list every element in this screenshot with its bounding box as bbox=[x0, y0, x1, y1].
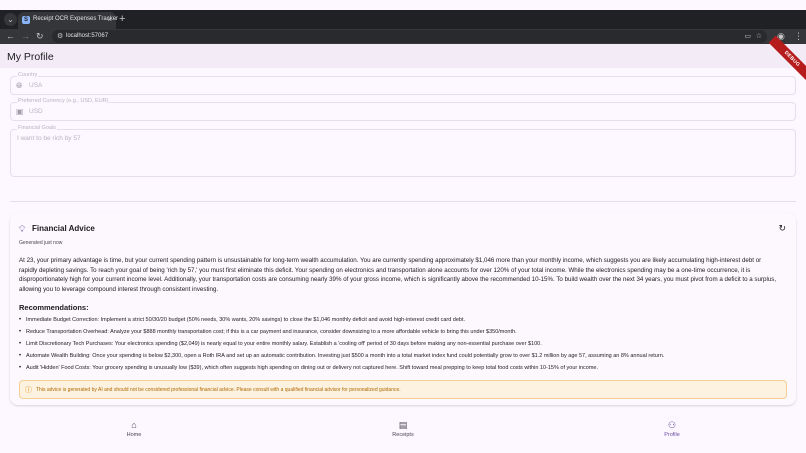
reload-icon[interactable]: ↻ bbox=[36, 30, 44, 43]
bullet-icon: • bbox=[19, 365, 22, 372]
currency-field[interactable]: Preferred Currency (e.g., USD, EUR) ▣ US… bbox=[10, 98, 796, 121]
currency-icon: ▣ bbox=[16, 107, 24, 116]
financial-goals-value[interactable]: I want to be rich by 57 bbox=[17, 135, 81, 142]
financial-goals-label: Financial Goals bbox=[17, 125, 57, 131]
recommendation-item: • Immediate Budget Correction: Implement … bbox=[19, 317, 466, 323]
info-icon: ⓘ bbox=[25, 387, 32, 394]
nav-profile-label: Profile bbox=[664, 432, 680, 438]
recommendation-item: • Automate Wealth Building: Once your spe… bbox=[19, 353, 665, 360]
site-info-icon[interactable]: ⚙ bbox=[57, 32, 63, 41]
recommendation-item: • Limit Discretionary Tech Purchases: You… bbox=[19, 341, 542, 348]
browser-tab[interactable]: S Receipt OCR Expenses Tracker × bbox=[18, 12, 119, 29]
bullet-icon: • bbox=[19, 353, 22, 360]
bottom-navigation: ⌂ Home ▤ Receipts ⚇ Profile bbox=[0, 414, 806, 443]
app-bar: My Profile bbox=[0, 44, 806, 68]
person-icon: ⚇ bbox=[667, 420, 677, 430]
currency-value[interactable]: USD bbox=[29, 108, 43, 115]
bullet-icon: • bbox=[19, 317, 22, 323]
tab-title: Receipt OCR Expenses Tracker bbox=[33, 16, 119, 22]
country-field[interactable]: Country 🌐︎ USA bbox=[10, 72, 796, 95]
lightbulb-icon: 💡︎ bbox=[19, 224, 26, 234]
nav-home-label: Home bbox=[126, 432, 142, 438]
section-divider bbox=[10, 201, 796, 202]
favicon-icon: S bbox=[22, 16, 30, 24]
tab-close-icon[interactable]: × bbox=[107, 15, 112, 24]
country-label: Country bbox=[17, 72, 39, 78]
bullet-icon: • bbox=[19, 329, 22, 336]
recommendations-list: • Immediate Budget Correction: Implement … bbox=[19, 316, 779, 376]
nav-receipts[interactable]: ▤ Receipts bbox=[333, 414, 473, 443]
recommendation-item: • Reduce Transportation Overhead: Analyze… bbox=[19, 329, 517, 336]
home-icon: ⌂ bbox=[131, 420, 137, 430]
currency-label: Preferred Currency (e.g., USD, EUR) bbox=[17, 98, 110, 104]
advice-title: Financial Advice bbox=[32, 224, 95, 233]
financial-goals-field[interactable]: Financial Goals I want to be rich by 57 bbox=[10, 125, 796, 177]
bookmark-star-icon[interactable]: ☆ bbox=[756, 32, 762, 41]
menu-kebab-icon[interactable]: ⋮ bbox=[794, 30, 803, 43]
browser-tabstrip: ⌄ S Receipt OCR Expenses Tracker × + bbox=[0, 10, 806, 29]
disclaimer-text: This advice is generated by AI and shoul… bbox=[36, 387, 401, 393]
nav-profile[interactable]: ⚇ Profile bbox=[602, 414, 742, 443]
address-bar[interactable]: ⚙ localhost:57067 ▭ ☆ bbox=[52, 30, 767, 43]
advice-body: At 23, your primary advantage is time, b… bbox=[19, 257, 777, 294]
cast-icon[interactable]: ▭ bbox=[744, 32, 751, 41]
ai-disclaimer: ⓘ This advice is generated by AI and sho… bbox=[19, 380, 787, 399]
recommendation-item: • Audit 'Hidden' Food Costs: Your grocery… bbox=[19, 365, 598, 372]
url-text[interactable]: localhost:57067 bbox=[66, 33, 108, 39]
new-tab-icon[interactable]: + bbox=[119, 12, 125, 26]
bullet-icon: • bbox=[19, 341, 22, 348]
recommendations-title: Recommendations: bbox=[19, 303, 89, 312]
browser-toolbar: ← → ↻ ⚙ localhost:57067 ▭ ☆ ◉ ⋮ bbox=[0, 29, 806, 44]
financial-advice-card: 💡︎ Financial Advice ↻ Generated just now… bbox=[10, 213, 796, 405]
refresh-icon[interactable]: ↻ bbox=[778, 223, 786, 234]
forward-icon[interactable]: → bbox=[21, 30, 30, 43]
globe-icon: 🌐︎ bbox=[16, 81, 23, 90]
page-title: My Profile bbox=[7, 51, 54, 63]
country-value[interactable]: USA bbox=[29, 82, 42, 89]
nav-home[interactable]: ⌂ Home bbox=[64, 414, 204, 443]
nav-receipts-label: Receipts bbox=[392, 432, 414, 438]
back-icon[interactable]: ← bbox=[6, 30, 15, 43]
generated-timestamp: Generated just now bbox=[19, 240, 63, 246]
tab-search-icon[interactable]: ⌄ bbox=[4, 13, 17, 26]
receipt-icon: ▤ bbox=[398, 420, 408, 430]
